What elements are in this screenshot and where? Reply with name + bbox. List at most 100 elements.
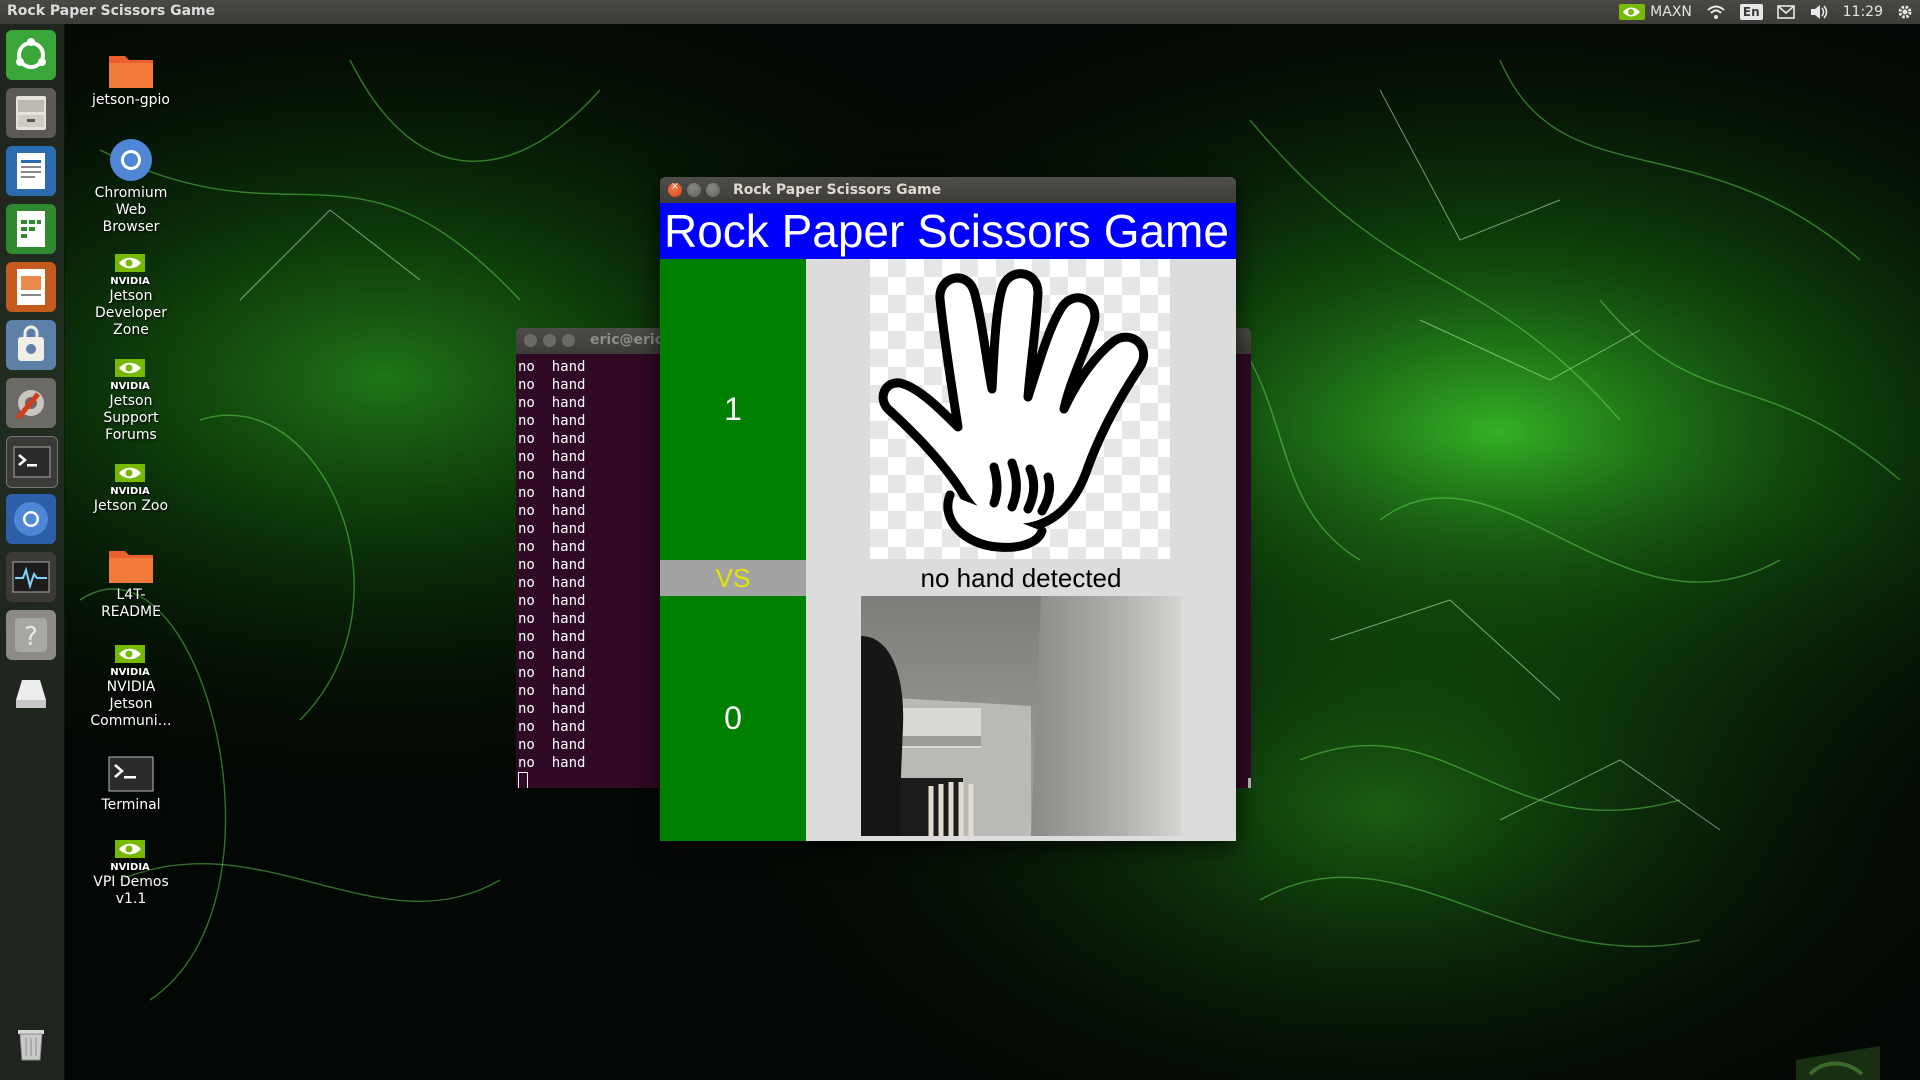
nvidia-wordmark: NVIDIA <box>111 381 150 391</box>
score-column: 1 VS 0 <box>660 259 806 841</box>
wifi-indicator[interactable] <box>1706 4 1726 20</box>
keyboard-layout-indicator[interactable]: En <box>1739 4 1763 20</box>
terminal-close-button[interactable] <box>524 334 537 347</box>
terminal-cursor <box>518 772 528 788</box>
spreadsheet-icon <box>17 211 45 247</box>
window-close-button[interactable]: × <box>668 181 682 197</box>
close-icon: × <box>670 181 680 192</box>
wifi-icon <box>1707 5 1725 19</box>
game-heading: Rock Paper Scissors Game <box>660 203 1236 259</box>
launcher-files[interactable] <box>6 88 56 138</box>
launcher-libreoffice-calc[interactable] <box>6 204 56 254</box>
ubuntu-logo-icon <box>16 38 46 69</box>
computer-move-image <box>870 259 1170 559</box>
desktop-icon-label: Terminal <box>101 797 161 813</box>
game-titlebar[interactable]: × Rock Paper Scissors Game <box>660 177 1236 203</box>
desktop-icon-label: jetson-gpio <box>91 92 170 108</box>
launcher-drive[interactable] <box>6 668 56 718</box>
gear-icon <box>1898 5 1912 19</box>
desktop-icon-label: Chromium Web Browser <box>94 185 168 235</box>
desktop-icon-label: Jetson Support Forums <box>103 393 159 443</box>
launcher-help[interactable]: ? <box>6 610 56 660</box>
nvidia-power-mode-indicator[interactable]: MAXN <box>1619 4 1692 20</box>
system-monitor-icon <box>12 561 50 593</box>
desktop-icon-jetson-developer-zone[interactable]: NVIDIA Jetson Developer Zone <box>71 252 191 339</box>
volume-icon <box>1810 5 1827 19</box>
webcam-frame-image <box>861 596 1181 836</box>
nvidia-logo-icon: NVIDIA <box>111 254 150 286</box>
file-cabinet-icon <box>16 96 46 130</box>
desktop-icon-chromium[interactable]: Chromium Web Browser <box>71 137 191 236</box>
player-score: 0 <box>660 596 806 841</box>
desktop-icon-vpi-demos[interactable]: NVIDIA VPI Demos v1.1 <box>71 838 191 908</box>
session-menu[interactable] <box>1897 4 1913 20</box>
launcher-libreoffice-impress[interactable] <box>6 262 56 312</box>
desktop-icon-label: VPI Demos v1.1 <box>93 874 169 907</box>
terminal-title: eric@eric: <box>590 332 669 348</box>
active-window-title: Rock Paper Scissors Game <box>7 3 216 19</box>
shopping-bag-icon <box>18 325 44 361</box>
window-minimize-button[interactable] <box>687 183 701 197</box>
launcher-dash-home[interactable] <box>6 30 56 80</box>
nvidia-logo-icon: NVIDIA <box>111 359 150 391</box>
launcher-system-monitor[interactable] <box>6 552 56 602</box>
vs-label: VS <box>660 560 806 596</box>
window-maximize-button[interactable] <box>706 183 720 197</box>
folder-icon <box>109 56 153 88</box>
launcher-libreoffice-writer[interactable] <box>6 146 56 196</box>
launcher-chromium[interactable] <box>6 494 56 544</box>
terminal-icon <box>108 756 154 792</box>
drive-icon <box>16 680 46 708</box>
settings-wrench-icon <box>16 390 44 420</box>
desktop-icon-jetson-gpio[interactable]: jetson-gpio <box>71 50 191 109</box>
mail-icon <box>1776 5 1795 19</box>
presentation-icon <box>17 269 45 305</box>
detection-status: no hand detected <box>920 563 1122 593</box>
help-question-icon: ? <box>15 618 47 652</box>
computer-score: 1 <box>660 259 806 560</box>
terminal-scrollbar[interactable] <box>1248 778 1251 788</box>
desktop-icon-nvidia-jetson-community[interactable]: NVIDIA NVIDIA Jetson Communi… <box>71 643 191 730</box>
desktop-icon-label: Jetson Zoo <box>93 498 169 514</box>
system-tray: MAXN En 11:29 <box>1612 0 1920 24</box>
terminal-icon <box>13 446 51 478</box>
nvidia-watermark-icon <box>1796 1046 1880 1080</box>
folder-icon <box>109 551 153 583</box>
open-hand-paper-icon <box>878 269 1149 552</box>
desktop-icon-label: NVIDIA Jetson Communi… <box>90 679 172 729</box>
nvidia-eye-icon <box>1619 4 1646 20</box>
desktop-icon-jetson-support-forums[interactable]: NVIDIA Jetson Support Forums <box>71 357 191 444</box>
terminal-maximize-button[interactable] <box>562 334 575 347</box>
game-window[interactable]: × Rock Paper Scissors Game Rock Paper Sc… <box>660 177 1236 841</box>
terminal-minimize-button[interactable] <box>543 334 556 347</box>
launcher-software-center[interactable] <box>6 320 56 370</box>
launcher-system-settings[interactable] <box>6 378 56 428</box>
document-writer-icon <box>17 153 45 189</box>
nvidia-wordmark: NVIDIA <box>111 276 150 286</box>
chromium-icon <box>14 502 48 536</box>
unity-launcher: ? <box>0 24 65 1080</box>
nvidia-wordmark: NVIDIA <box>111 667 150 677</box>
desktop-icon-l4t-readme[interactable]: L4T- README <box>71 545 191 621</box>
nvidia-wordmark: NVIDIA <box>111 486 150 496</box>
game-body: 1 VS 0 no hand detected <box>660 259 1236 841</box>
nvidia-logo-icon: NVIDIA <box>111 645 150 677</box>
top-panel: Rock Paper Scissors Game MAXN En 11:29 <box>0 0 1920 24</box>
launcher-trash[interactable] <box>6 1018 56 1068</box>
chromium-icon <box>110 139 152 181</box>
nvidia-logo-icon: NVIDIA <box>111 840 150 872</box>
messaging-indicator[interactable] <box>1776 5 1795 19</box>
webcam-feed <box>861 596 1181 836</box>
game-window-title: Rock Paper Scissors Game <box>733 182 942 198</box>
launcher-terminal[interactable] <box>6 436 58 488</box>
sound-indicator[interactable] <box>1809 4 1829 20</box>
nvidia-wordmark: NVIDIA <box>111 862 150 872</box>
keyboard-layout-label: En <box>1739 4 1763 20</box>
nvidia-logo-icon: NVIDIA <box>111 464 150 496</box>
power-mode-label: MAXN <box>1650 4 1692 20</box>
svg-text:?: ? <box>24 622 38 652</box>
clock[interactable]: 11:29 <box>1843 4 1883 20</box>
desktop-icon-terminal[interactable]: Terminal <box>71 755 191 814</box>
desktop-icon-jetson-zoo[interactable]: NVIDIA Jetson Zoo <box>71 462 191 515</box>
desktop-icon-label: Jetson Developer Zone <box>94 288 167 338</box>
